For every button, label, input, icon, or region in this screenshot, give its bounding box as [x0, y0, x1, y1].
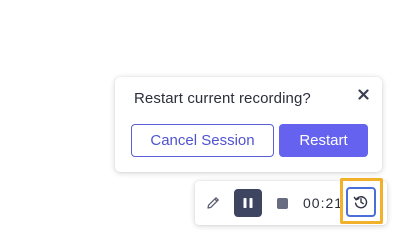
stop-button[interactable] [275, 196, 289, 210]
recording-timer: 00:21 [303, 195, 344, 211]
cancel-session-button[interactable]: Cancel Session [131, 124, 274, 157]
pause-icon [243, 198, 253, 208]
dialog-title: Restart current recording? [134, 90, 311, 107]
pencil-icon[interactable] [203, 193, 223, 213]
restart-recording-dialog: Restart current recording? Cancel Sessio… [115, 77, 382, 172]
history-icon [353, 196, 368, 209]
close-icon[interactable] [354, 85, 372, 103]
restart-button[interactable]: Restart [279, 124, 368, 157]
screen: Restart current recording? Cancel Sessio… [0, 0, 400, 240]
history-button[interactable] [346, 187, 376, 217]
pause-button[interactable] [234, 189, 262, 217]
stop-icon [276, 197, 288, 209]
